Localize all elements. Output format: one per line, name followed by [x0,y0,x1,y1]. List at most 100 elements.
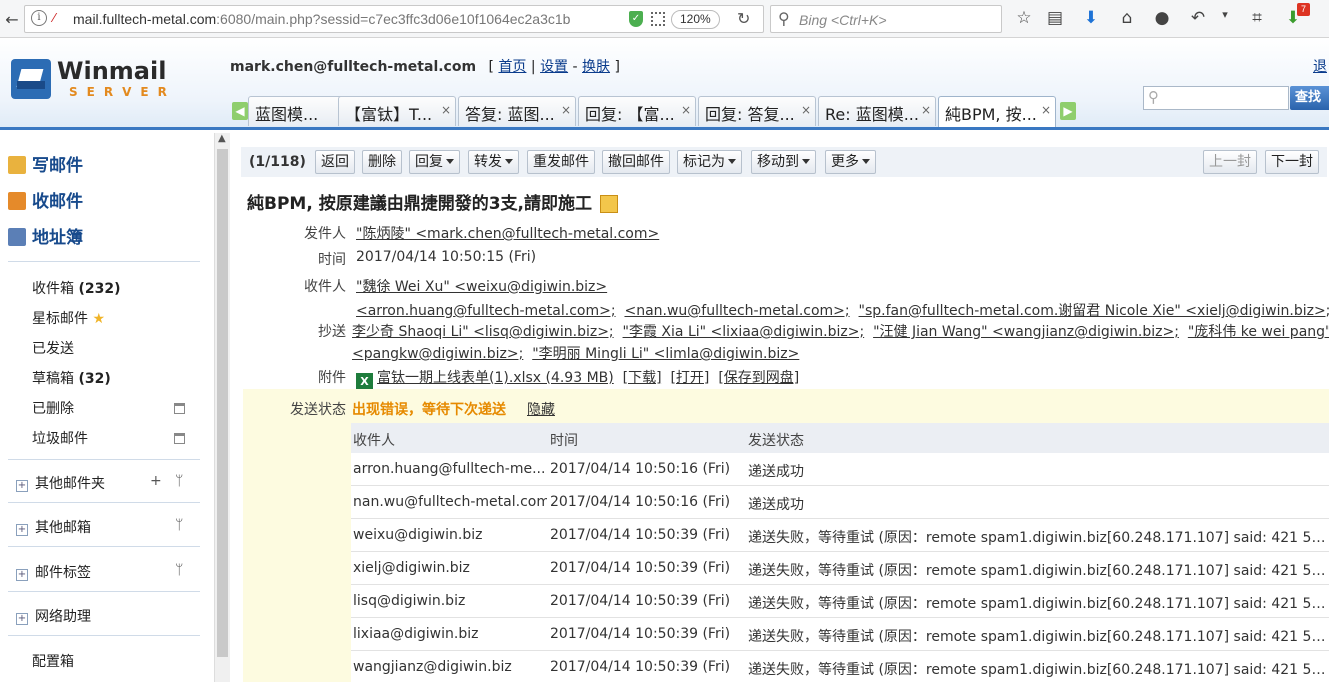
cc-recipient[interactable]: "庞科伟 ke wei pang" [1188,324,1329,340]
to-value[interactable]: "魏徐 Wei Xu" <weixu@digiwin.biz> [356,276,607,296]
receive-link[interactable]: 收邮件 [8,187,83,212]
cc-recipient[interactable]: <pangkw@digiwin.biz>; [352,346,523,362]
config-box[interactable]: 配置箱 [32,651,74,671]
shield-icon[interactable]: ✓ [629,11,643,27]
pin-icon[interactable]: ᛘ [175,562,183,578]
home-link[interactable]: 首页 [498,59,526,75]
close-icon[interactable]: × [801,103,811,117]
compose-link[interactable]: 写邮件 [8,151,83,176]
forward-button[interactable]: 转发 [468,150,519,174]
settings-link[interactable]: 设置 [540,59,568,75]
recipient-cell: arron.huang@fulltech-me... [353,461,546,477]
download-icon[interactable]: ⬇ [1080,8,1102,28]
column-header: 时间 [550,433,578,449]
cc-recipient[interactable]: <arron.huang@fulltech-metal.com>; [356,303,616,319]
sidebar-scrollbar[interactable]: ▲ [214,133,230,682]
resend-button[interactable]: 重发邮件 [527,150,595,174]
tab-7-active[interactable]: 純BPM, 按... × [938,96,1056,127]
skin-link[interactable]: 换肤 [582,59,610,75]
star-icon[interactable]: ☆ [1013,8,1035,28]
cc-label: 抄送 [318,324,346,340]
tab-scroll-right-icon[interactable]: ▶ [1060,102,1076,120]
next-message-button[interactable]: 下一封 [1265,150,1319,174]
group-network-assistant[interactable]: + 网络助理 [16,606,91,626]
group-other-mailboxes[interactable]: + 其他邮箱 [16,517,91,537]
close-icon[interactable]: × [561,103,571,117]
pin-icon[interactable]: ᛘ [175,473,183,489]
empty-junk-icon[interactable] [174,433,185,444]
tab-6[interactable]: Re: 蓝图模... × [818,96,936,126]
more-button[interactable]: 更多 [825,150,876,174]
cc-recipient[interactable]: "汪健 Jian Wang" <wangjianz@digiwin.biz>; [873,324,1179,340]
exit-link[interactable]: 退 [1313,56,1327,76]
back-arrow-icon[interactable]: ← [1,8,23,30]
cc-recipient[interactable]: "李霞 Xia Li" <lixiaa@digiwin.biz>; [623,324,865,340]
back-button[interactable]: 返回 [315,150,355,174]
expand-icon[interactable]: + [16,613,28,625]
recall-button[interactable]: 撤回邮件 [602,150,670,174]
qr-code-icon[interactable] [651,12,665,26]
scroll-up-icon[interactable]: ▲ [218,133,226,144]
tab-2[interactable]: 【富钛】T... × [338,96,456,126]
folder-starred[interactable]: 星标邮件 ★ [32,308,105,328]
receive-label: 收邮件 [32,192,83,212]
star-icon: ★ [92,311,106,327]
mark-as-button[interactable]: 标记为 [677,150,742,174]
folder-junk[interactable]: 垃圾邮件 [32,428,88,448]
reading-list-icon[interactable]: ▤ [1044,8,1066,28]
tab-label: Re: 蓝图模... [825,105,919,124]
chat-icon[interactable]: ● [1151,8,1173,28]
address-bar[interactable]: i ⁄ mail.fulltech-metal.com:6080/main.ph… [24,5,764,33]
tab-scroll-left-icon[interactable]: ◀ [232,102,248,120]
move-to-button[interactable]: 移动到 [751,150,816,174]
close-icon[interactable]: × [921,103,931,117]
download-link[interactable]: [下载] [623,370,662,386]
pin-icon[interactable]: ᛘ [175,517,183,533]
prev-message-button[interactable]: 上一封 [1203,150,1257,174]
folder-deleted[interactable]: 已删除 [32,398,74,418]
scrollbar-thumb[interactable] [217,149,228,657]
close-icon[interactable]: × [1041,103,1051,117]
cc-recipient[interactable]: "李明丽 Mingli Li" <limla@digiwin.biz> [532,346,799,362]
cc-recipient[interactable]: 李少奇 Shaoqi Li" <lisq@digiwin.biz>; [352,324,614,340]
group-other-folders[interactable]: + 其他邮件夹 [16,473,105,493]
expand-icon[interactable]: + [16,524,28,536]
note-icon[interactable] [600,195,618,213]
reply-button[interactable]: 回复 [409,150,460,174]
zoom-level[interactable]: 120% [671,10,720,29]
addressbook-link[interactable]: 地址簿 [8,223,83,248]
add-folder-icon[interactable]: + [150,473,162,489]
site-info-icon[interactable]: i [31,10,47,26]
home-icon[interactable]: ⌂ [1116,8,1138,28]
cc-recipient[interactable]: "sp.fan@fulltech-metal.com.谢留君 Nicole Xi… [859,303,1329,319]
tab-4[interactable]: 回复: 【富... × [578,96,696,126]
group-mail-tags[interactable]: + 邮件标签 [16,562,91,582]
close-icon[interactable]: × [441,103,451,117]
tab-3[interactable]: 答复: 蓝图... × [458,96,576,126]
attachment-name[interactable]: 富钛一期上线表单(1).xlsx (4.93 MB) [377,370,614,386]
from-value[interactable]: "陈炳陵" <mark.chen@fulltech-metal.com> [356,223,659,243]
dropdown-chevron-icon[interactable]: ▾ [1214,8,1236,21]
cc-recipient[interactable]: <nan.wu@fulltech-metal.com>; [624,303,849,319]
empty-trash-icon[interactable] [174,403,185,414]
cc-line-1: <arron.huang@fulltech-metal.com>; <nan.w… [356,300,1329,320]
folder-inbox[interactable]: 收件箱 (232) [32,278,120,298]
open-link[interactable]: [打开] [670,370,709,386]
delete-button[interactable]: 删除 [362,150,402,174]
expand-icon[interactable]: + [16,569,28,581]
save-to-cloud-link[interactable]: [保存到网盘] [718,370,799,386]
folder-sent[interactable]: 已发送 [32,338,74,358]
time-cell: 2017/04/14 10:50:39 (Fri) [550,593,731,609]
user-email: mark.chen@fulltech-metal.com [230,59,477,75]
time-label: 时间 [318,252,346,268]
chevron-down-icon [728,159,736,164]
browser-search-field[interactable]: ⚲ Bing <Ctrl+K> [770,5,1002,33]
crop-icon[interactable]: ⌗ [1246,8,1268,28]
expand-icon[interactable]: + [16,480,28,492]
hide-link[interactable]: 隐藏 [527,399,555,419]
folder-drafts[interactable]: 草稿箱 (32) [32,368,111,388]
tab-5[interactable]: 回复: 答复... × [698,96,816,126]
close-icon[interactable]: × [681,103,691,117]
undo-icon[interactable]: ↶ [1187,8,1209,28]
reload-icon[interactable]: ↻ [737,9,750,28]
